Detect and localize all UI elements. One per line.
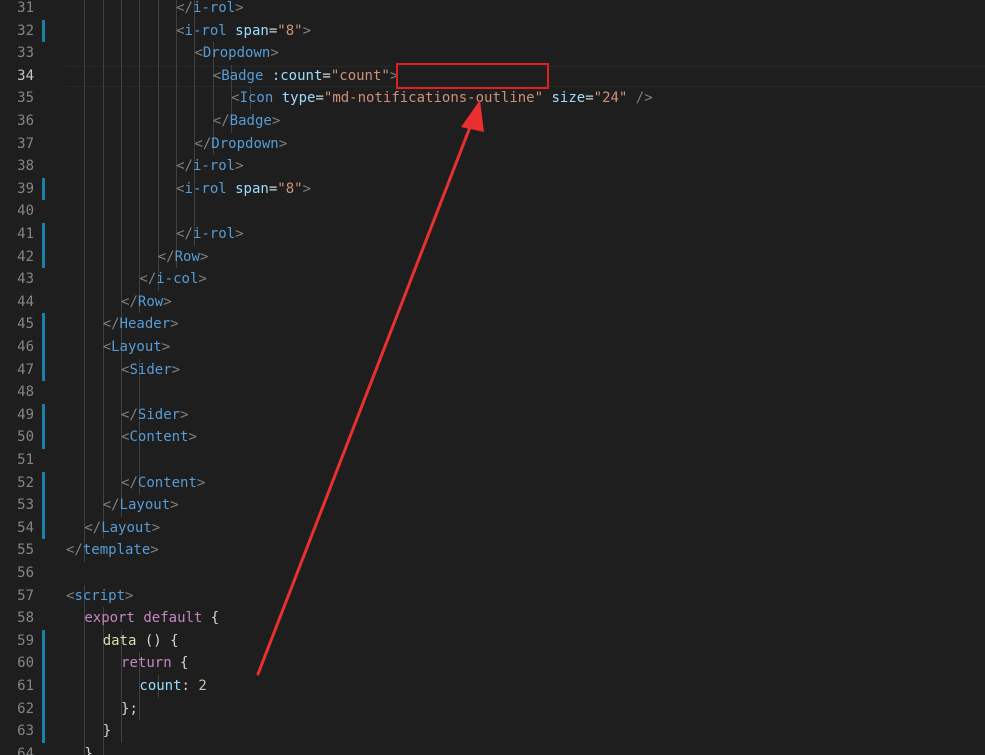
code-editor[interactable]: 31 32 33 34 35 36 37 38 39 40 41 42 43 44 45 46 47 48 49 50… — [0, 0, 985, 755]
annotation-arrow-head — [461, 100, 484, 132]
annotation-arrow-shaft — [256, 120, 474, 676]
annotation-arrow — [256, 100, 484, 676]
